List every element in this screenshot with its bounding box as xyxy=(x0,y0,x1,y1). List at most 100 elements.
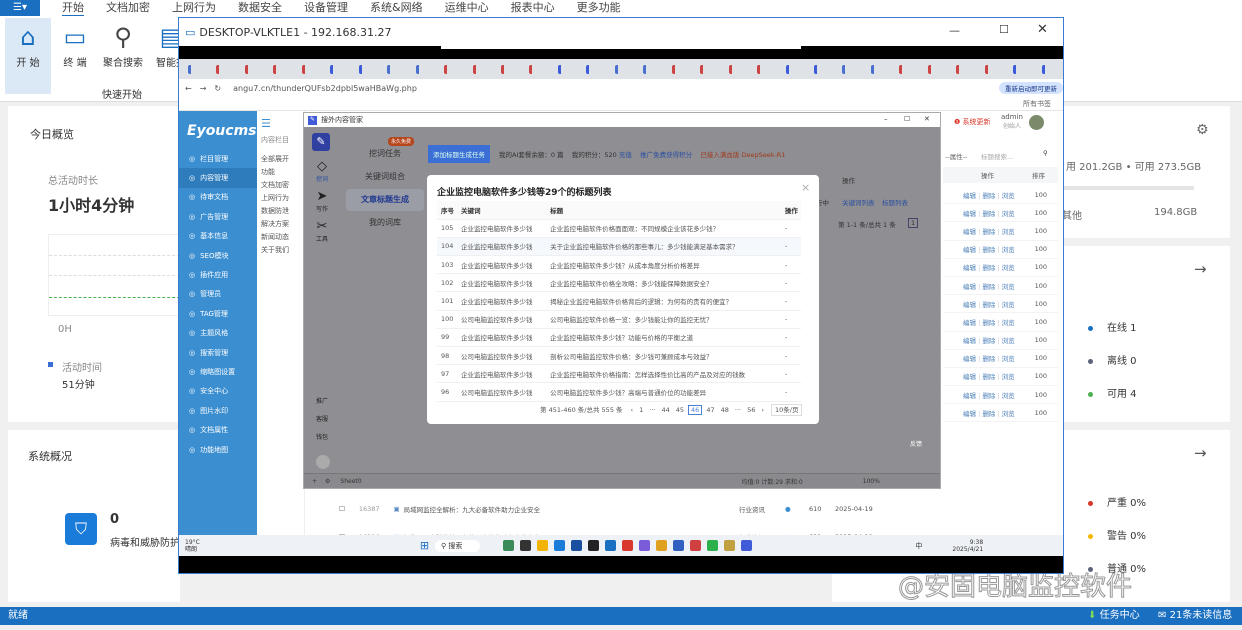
browser-tab[interactable] xyxy=(387,64,405,74)
page-button[interactable]: 56 xyxy=(745,406,757,414)
app-minimize-button[interactable]: – xyxy=(884,115,888,123)
attribute-select[interactable]: --属性-- xyxy=(945,151,967,161)
taskbar-app-icon[interactable] xyxy=(673,540,685,551)
row-keyword[interactable]: 企业监控电脑软件多少钱 xyxy=(457,273,547,293)
sidebar-item[interactable]: ◎ 搜索管理 xyxy=(179,343,257,362)
row-action-link[interactable]: 删除 xyxy=(982,355,995,363)
menu-tab[interactable]: 设备管理 xyxy=(304,0,348,17)
sidebar-item[interactable]: ◎ 管理员 xyxy=(179,285,257,304)
rail-bottom-item[interactable]: 钱包 xyxy=(308,429,336,447)
row-action-link[interactable]: 删除 xyxy=(982,246,995,254)
browser-tab[interactable] xyxy=(216,64,234,74)
browser-tab[interactable] xyxy=(415,64,434,74)
title-list-link[interactable]: 标题列表 xyxy=(882,197,908,207)
browser-tab[interactable] xyxy=(870,64,889,74)
row-title[interactable]: 公司电脑监控软件多少钱？高端与普通价位的功能差异 xyxy=(546,382,781,402)
back-icon[interactable]: ← xyxy=(185,84,192,93)
zoom-level[interactable]: 100% xyxy=(863,478,880,485)
row-action-link[interactable]: 删除 xyxy=(982,228,995,236)
tree-item[interactable]: 数据防泄 xyxy=(261,205,304,218)
taskbar-app-icon[interactable] xyxy=(690,540,702,551)
row-action-link[interactable]: 删除 xyxy=(982,337,995,345)
tree-item[interactable]: 新闻动态 xyxy=(261,231,304,244)
row-action-link[interactable]: 编辑 xyxy=(963,246,976,254)
send-icon[interactable]: ➤ xyxy=(308,189,336,204)
row-action-link[interactable]: 浏览 xyxy=(1002,228,1015,236)
row-keyword[interactable]: 企业监控电脑软件多少钱 xyxy=(457,364,547,384)
ime-indicator[interactable]: 中 xyxy=(915,541,922,551)
row-action-link[interactable]: 编辑 xyxy=(963,319,976,327)
browser-tab[interactable] xyxy=(500,64,519,74)
row-action-link[interactable]: 编辑 xyxy=(963,410,976,418)
sidebar-item[interactable]: ◎ 图片水印 xyxy=(179,401,257,420)
browser-tab[interactable] xyxy=(472,64,491,74)
browser-tab[interactable] xyxy=(956,64,974,74)
row-action-link[interactable]: 编辑 xyxy=(963,392,976,400)
page-button[interactable]: ··· xyxy=(733,406,743,414)
prev-page-button[interactable]: ‹ xyxy=(629,406,636,414)
settings-icon[interactable]: ⚙ xyxy=(325,478,330,485)
task-center-button[interactable]: ⬇ 任务中心 xyxy=(1088,607,1140,625)
sidebar-item[interactable]: ◎ 基本信息 xyxy=(179,227,257,246)
row-title[interactable]: 企业监控电脑软件价格全攻略：多少钱能保障数据安全？ xyxy=(546,273,781,293)
weather-widget[interactable]: 19°C 晴朗 xyxy=(185,539,200,553)
app-menu-item[interactable]: 挖词任务 xyxy=(346,143,424,165)
row-keyword[interactable]: 公司电脑监控软件多少钱 xyxy=(457,346,547,366)
row-title[interactable]: 局域网监控全解析：九大必备软件助力企业安全 xyxy=(404,504,541,514)
browser-tab[interactable] xyxy=(586,64,604,74)
browser-tab[interactable] xyxy=(529,64,547,74)
row-keyword[interactable]: 企业监控电脑软件多少钱 xyxy=(457,328,547,348)
app-menu-item[interactable]: 关键词组合 xyxy=(346,166,424,188)
taskbar-app-icon[interactable] xyxy=(639,540,651,551)
taskbar-app-icon[interactable] xyxy=(707,540,719,551)
row-action-link[interactable]: 浏览 xyxy=(1002,355,1015,363)
row-action-link[interactable]: 编辑 xyxy=(963,210,976,218)
close-icon[interactable]: × xyxy=(801,181,810,194)
row-action-link[interactable]: 删除 xyxy=(982,410,995,418)
row-action-link[interactable]: 浏览 xyxy=(1002,319,1015,327)
tree-item[interactable]: 上网行为 xyxy=(261,192,304,205)
row-action-link[interactable]: 删除 xyxy=(982,392,995,400)
row-action-link[interactable]: 编辑 xyxy=(963,301,976,309)
sidebar-item[interactable]: ◎ 功能地图 xyxy=(179,440,257,459)
row-action-link[interactable]: 浏览 xyxy=(1002,283,1015,291)
browser-tab[interactable] xyxy=(927,64,946,74)
menu-tab[interactable]: 数据安全 xyxy=(238,0,282,17)
recharge-link[interactable]: 充值 xyxy=(619,151,632,159)
row-action-link[interactable]: 删除 xyxy=(982,283,995,291)
browser-tab[interactable] xyxy=(700,64,718,74)
page-size-select[interactable]: 10条/页 xyxy=(770,404,803,416)
browser-tab[interactable] xyxy=(643,64,661,74)
sidebar-item[interactable]: ◎ 栏目管理 xyxy=(179,149,257,168)
row-action-link[interactable]: 编辑 xyxy=(963,264,976,272)
row-action-link[interactable]: 编辑 xyxy=(963,355,976,363)
start-button[interactable]: ⌂ 开 始 xyxy=(5,18,51,94)
row-action-link[interactable]: 浏览 xyxy=(1002,410,1015,418)
row-action-link[interactable]: 浏览 xyxy=(1002,210,1015,218)
browser-tab[interactable] xyxy=(244,64,263,74)
menu-tab[interactable]: 开始 xyxy=(62,0,84,17)
row-action-link[interactable]: 删除 xyxy=(982,192,995,200)
row-action-link[interactable]: 编辑 xyxy=(963,228,976,236)
search-button[interactable]: ⚲ 聚合搜索 xyxy=(100,18,146,94)
sheet-tab[interactable]: Sheet0 xyxy=(340,478,361,485)
taskbar-app-icon[interactable] xyxy=(571,540,583,551)
row-title[interactable]: 企业监控电脑软件价格面面观：不同规模企业该花多少钱？ xyxy=(546,219,781,238)
all-bookmarks[interactable]: 所有书签 xyxy=(1023,99,1051,109)
row-action-link[interactable]: 编辑 xyxy=(963,373,976,381)
menu-tab[interactable]: 报表中心 xyxy=(511,0,555,17)
browser-tab[interactable] xyxy=(1041,64,1060,74)
row-action-link[interactable]: 浏览 xyxy=(1002,192,1015,200)
row-action-link[interactable]: 删除 xyxy=(982,301,995,309)
tree-item[interactable]: 解决方案 xyxy=(261,218,304,231)
diamond-icon[interactable]: ◇ xyxy=(308,159,336,174)
row-keyword[interactable]: 企业监控电脑软件多少钱 xyxy=(457,255,547,275)
feedback-button[interactable]: 反馈 xyxy=(910,439,922,448)
taskbar-app-icon[interactable] xyxy=(741,540,753,551)
app-maximize-button[interactable]: ☐ xyxy=(904,115,910,123)
close-button[interactable]: ✕ xyxy=(1037,22,1048,37)
hamburger-icon[interactable]: ☰ xyxy=(257,111,304,130)
tree-item[interactable]: 关于我们 xyxy=(261,244,304,257)
sidebar-item[interactable]: ◎ 插件应用 xyxy=(179,265,257,284)
row-title[interactable]: 剖析公司电脑监控软件价格：多少钱可兼顾成本与效益？ xyxy=(546,346,781,366)
